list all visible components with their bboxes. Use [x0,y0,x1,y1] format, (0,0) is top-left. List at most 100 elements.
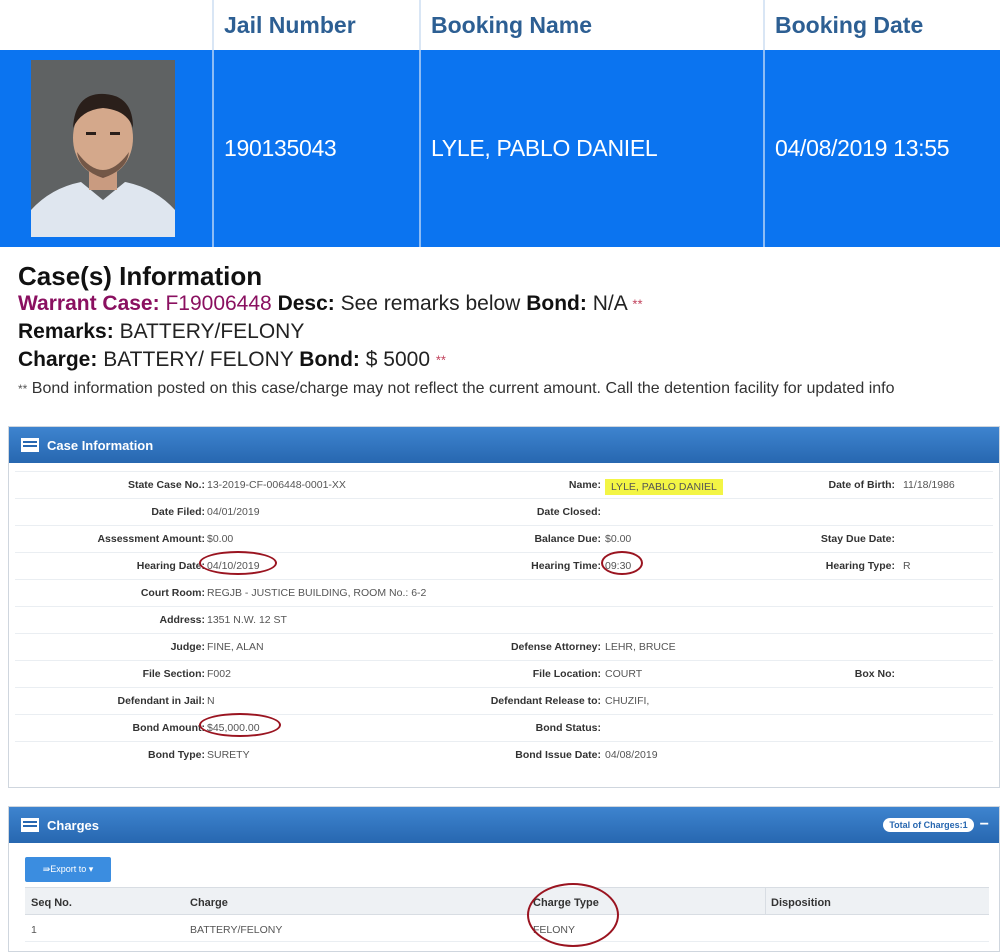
warrant-line: Warrant Case: F19006448 Desc: See remark… [18,290,998,318]
field-value: 11/18/1986 [903,479,955,491]
field-label: Bond Issue Date: [515,749,601,761]
case-information-panel: Case Information State Case No.: 13-2019-… [8,426,1000,788]
seq-cell: 1 [31,924,37,936]
bond-note: ** Bond information posted on this case/… [18,377,998,401]
charge-bond-stars: ** [435,352,446,368]
field-value: 04/01/2019 [207,506,260,518]
mugshot-photo [31,60,175,237]
field-value: FINE, ALAN [207,641,264,653]
field-label: Date of Birth: [828,479,896,491]
case-information-title: Case Information [47,437,154,453]
list-icon [21,818,39,832]
booking-header-row: Jail Number Booking Name Booking Date [0,0,1000,50]
field-label: Hearing Time: [531,560,601,572]
col-charge[interactable]: Charge [190,897,228,909]
warrant-value: F19006448 [165,292,272,315]
total-charges-badge: Total of Charges:1 [883,818,974,832]
list-icon [21,438,39,452]
case-info-row: Court Room: REGJB - JUSTICE BUILDING, ROO… [15,579,993,606]
field-label: Hearing Date: [136,560,205,572]
field-label: File Section: [142,668,205,680]
field-label: State Case No.: [127,479,205,491]
charges-title: Charges [47,817,100,833]
field-label: Bond Amount: [132,722,205,734]
case-information-header[interactable]: Case Information [9,427,999,463]
field-label: Bond Status: [535,722,601,734]
field-label: Date Closed: [536,506,601,518]
charge-bond-value: $ 5000 [365,348,431,372]
field-label: Defense Attorney: [510,641,601,653]
field-value: LYLE, PABLO DANIEL [605,479,723,495]
col-disposition[interactable]: Disposition [771,897,831,909]
desc-value: See remarks below [340,292,521,315]
warrant-label: Warrant Case: [18,292,160,315]
field-value: 13-2019-CF-006448-0001-XX [207,479,346,491]
charge-cell: BATTERY/FELONY [190,924,283,936]
field-value: R [903,560,911,572]
desc-label: Desc: [277,292,335,315]
field-label: Date Filed: [151,506,205,518]
field-value: REGJB - JUSTICE BUILDING, ROOM No.: 6-2 [207,587,427,599]
bond-stars: ** [632,296,643,312]
remarks-line: Remarks: BATTERY/FELONY [18,318,998,346]
case-info-row: File Section: F002 File Location: COURT Box … [15,660,993,687]
header-jail-number: Jail Number [212,0,419,50]
case-information-body: State Case No.: 13-2019-CF-006448-0001-XX… [9,463,999,787]
field-value: 1351 N.W. 12 ST [207,614,287,626]
field-value: CHUZIFI, [605,695,650,707]
note-stars: ** [18,381,28,396]
field-value: F002 [207,668,231,680]
bond-value: N/A [592,292,627,315]
booking-date: 04/08/2019 13:55 [763,50,1000,247]
case-info-row: Address: 1351 N.W. 12 ST [15,606,993,633]
booking-table: Jail Number Booking Name Booking Date 19… [0,0,1000,247]
header-booking-name: Booking Name [419,0,763,50]
annotation-circle-bond-amount [199,713,281,737]
field-label: Hearing Type: [825,560,895,572]
field-label: Balance Due: [534,533,601,545]
charge-bond-label: Bond: [299,348,360,372]
field-value: LEHR, BRUCE [605,641,676,653]
charge-value: BATTERY/ FELONY [103,348,294,372]
col-seq-no[interactable]: Seq No. [31,897,72,909]
case-info-row: Judge: FINE, ALAN Defense Attorney: LEHR, B… [15,633,993,660]
field-label: Court Room: [140,587,205,599]
field-value: $0.00 [605,533,632,545]
note-text: Bond information posted on this case/cha… [31,379,895,397]
charge-line: Charge: BATTERY/ FELONY Bond: $ 5000 ** [18,346,998,374]
jail-number: 190135043 [212,50,419,247]
field-value: $0.00 [207,533,234,545]
header-booking-date: Booking Date [763,0,1000,50]
field-label: Bond Type: [148,749,205,761]
remarks-value: BATTERY/FELONY [119,320,305,344]
remarks-label: Remarks: [18,320,114,344]
table-row[interactable]: 1 BATTERY/FELONY FELONY [25,915,989,942]
annotation-circle-hearing-date [199,551,277,575]
charges-header: Charges Total of Charges:1 − [9,807,999,843]
field-label: Defendant Release to: [490,695,601,707]
annotation-circle-hearing-time [601,551,643,575]
field-label: Judge: [170,641,205,653]
case-info-row: Bond Amount: $45,000.00 Bond Status: [15,714,993,741]
collapse-icon[interactable]: − [980,816,989,834]
charges-panel: Charges Total of Charges:1 − ⇛Export to … [8,806,1000,952]
cases-title: Case(s) Information [18,261,263,291]
case-info-row: Assessment Amount: $0.00 Balance Due: $0.00… [15,525,993,552]
cases-section: Case(s) Information Warrant Case: F19006… [18,262,998,401]
charges-table: Seq No. Charge Charge Type Disposition 1… [25,883,989,947]
field-label: Defendant in Jail: [117,695,205,707]
bond-label: Bond: [526,292,587,315]
field-label: Assessment Amount: [97,533,205,545]
case-info-row: State Case No.: 13-2019-CF-006448-0001-XX… [15,471,993,498]
case-info-row: Date Filed: 04/01/2019 Date Closed: [15,498,993,525]
case-info-row: Hearing Date: 04/10/2019 Hearing Time: 09:3… [15,552,993,579]
export-button[interactable]: ⇛Export to ▾ [25,857,111,882]
case-info-row: Bond Type: SURETY Bond Issue Date: 04/08/20… [15,741,993,768]
field-label: Address: [159,614,205,626]
charge-label: Charge: [18,348,98,372]
field-label: File Location: [532,668,601,680]
field-label: Box No: [854,668,895,680]
field-label: Stay Due Date: [820,533,895,545]
annotation-circle-charge-type [527,883,619,947]
field-value: 04/08/2019 [605,749,658,761]
